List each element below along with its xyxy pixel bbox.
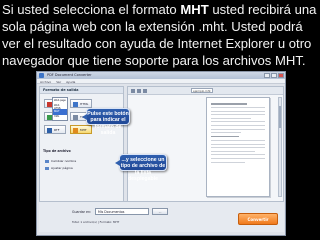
preview-address-field[interactable]: ejemplo.mht — [191, 88, 213, 93]
doc-text-line — [211, 125, 265, 127]
file-type-dropdown[interactable]: Web page Web HTML MHT XML — [52, 97, 68, 121]
fit-page-option[interactable]: Ajustar página — [45, 166, 73, 170]
scrollbar-thumb[interactable] — [279, 106, 281, 128]
preview-toolbar: ejemplo.mht — [128, 87, 283, 95]
text-file-icon — [73, 115, 78, 120]
format-button-mht[interactable]: MHT — [70, 125, 92, 134]
output-folder-select[interactable]: Mis Documentos — [95, 208, 149, 215]
format-button-rtf[interactable]: RTF — [44, 125, 66, 134]
rename-icon — [45, 159, 49, 163]
doc-text-line — [211, 132, 241, 134]
callout-dropdown: ...y seleccione un tipo de archivo de la… — [115, 154, 167, 182]
output-bar: Guardar en: Mis Documentos ... Total: 1 … — [39, 201, 284, 232]
format-button-html[interactable]: HTML — [70, 99, 92, 108]
doc-text-line — [211, 117, 251, 119]
doc-text-line — [211, 128, 265, 130]
option-label: Ajustar página — [51, 166, 73, 170]
doc-text-line — [211, 143, 265, 145]
doc-text-line — [211, 157, 265, 159]
doc-text-line — [211, 103, 247, 105]
output-folder-label: Guardar en: — [72, 210, 92, 214]
doc-text-line — [211, 135, 239, 138]
window-title: PDF Document Converter — [47, 73, 92, 77]
menu-file[interactable]: Archivo — [40, 80, 51, 84]
format-label: RTF — [54, 128, 60, 132]
app-icon — [39, 73, 44, 78]
status-text: Total: 1 archivo(s) | Formato: MHT — [72, 220, 120, 224]
doc-text-line — [211, 161, 245, 163]
menu-bar: Archivo Ver Ayuda — [37, 79, 285, 84]
preview-scrollbar[interactable] — [278, 97, 282, 197]
window-titlebar: PDF Document Converter — [37, 72, 285, 79]
doc-text-line — [211, 107, 265, 109]
html-icon — [73, 102, 78, 107]
maximize-button[interactable] — [271, 73, 277, 78]
callout-pointer — [82, 114, 87, 120]
slide-caption: Si usted selecciona el formato MHT usted… — [2, 1, 318, 69]
document-preview-page — [206, 97, 270, 197]
doc-text-line — [211, 139, 265, 141]
mht-icon — [73, 128, 78, 133]
file-type-label: Tipo de archivo — [43, 149, 71, 153]
fit-page-icon — [45, 166, 49, 170]
caption-text-part1: Si usted selecciona el formato — [2, 2, 181, 17]
forward-icon[interactable] — [137, 89, 141, 93]
format-label: MHT — [80, 128, 87, 132]
close-button[interactable] — [278, 73, 284, 78]
format-panel-header: Formato de salida — [40, 87, 123, 94]
zoom-icon[interactable] — [143, 89, 147, 93]
callout-pointer — [115, 160, 120, 166]
format-label: HTML — [80, 102, 89, 106]
callout-format-button: Pulse este botón para indicar el formato… — [82, 108, 130, 136]
menu-help[interactable]: Ayuda — [66, 80, 75, 84]
rename-option[interactable]: Cambiar nombre — [45, 159, 76, 163]
doc-text-line — [211, 154, 265, 156]
rtf-icon — [47, 128, 52, 133]
minimize-button[interactable] — [264, 73, 270, 78]
dropdown-option[interactable]: XML — [53, 115, 67, 121]
caption-format-name: MHT — [180, 2, 209, 17]
doc-text-line — [211, 121, 265, 123]
doc-text-line — [211, 147, 265, 149]
browse-button[interactable]: ... — [152, 208, 168, 215]
doc-text-line — [211, 150, 255, 152]
back-icon[interactable] — [131, 89, 135, 93]
menu-view[interactable]: Ver — [56, 80, 61, 84]
doc-text-line — [211, 114, 265, 116]
convert-button[interactable]: Convertir — [238, 213, 278, 225]
option-label: Cambiar nombre — [51, 159, 77, 163]
doc-text-line — [211, 110, 265, 112]
